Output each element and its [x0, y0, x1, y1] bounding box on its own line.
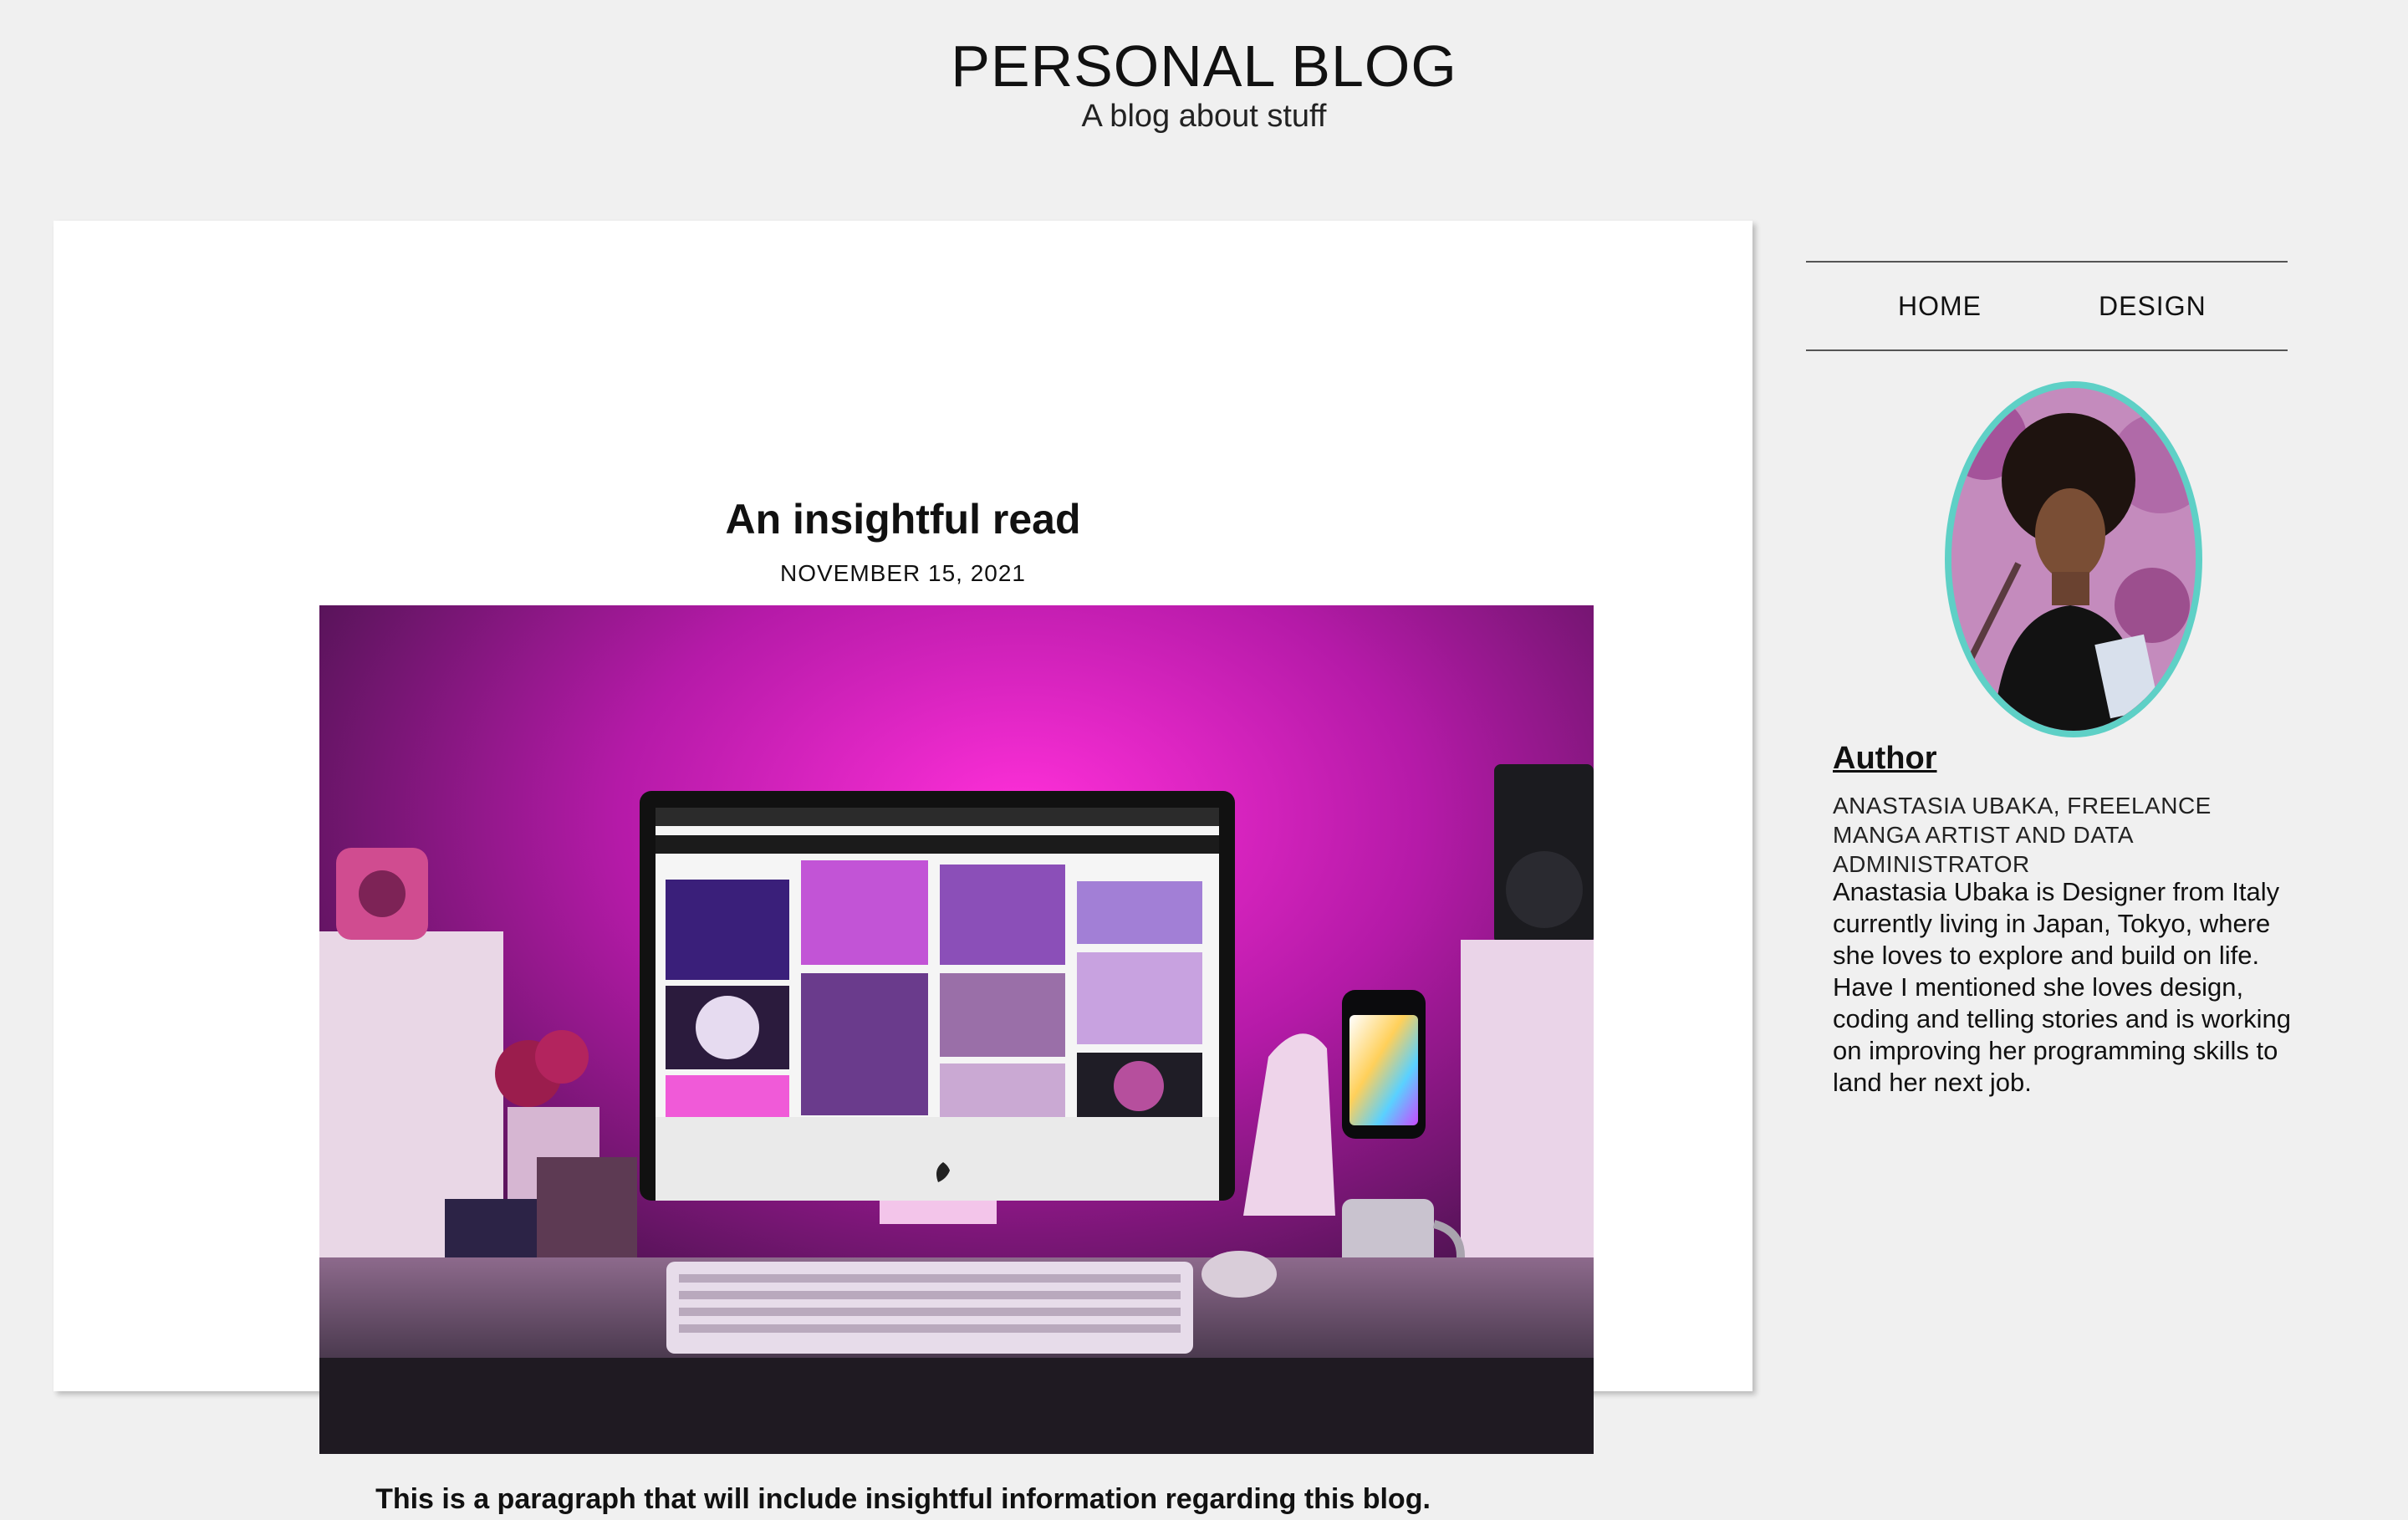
post-title[interactable]: An insightful read — [54, 490, 1752, 548]
post-image — [319, 605, 1594, 1454]
post-excerpt: This is a paragraph that will include in… — [375, 1483, 1431, 1515]
post-date: NOVEMBER 15, 2021 — [779, 560, 1027, 586]
post-card: An insightful read NOVEMBER 15, 2021 Thi… — [54, 221, 1752, 1515]
site-subtitle: A blog about stuff — [1081, 99, 1327, 134]
site-title: PERSONAL BLOG — [951, 33, 1457, 99]
nav-link-design[interactable]: DESIGN — [2099, 288, 2206, 324]
desk-setup-illustration — [319, 605, 1594, 1454]
author-bio: Anastasia Ubaka is Designer from Italy c… — [1833, 877, 2291, 1097]
author-heading: Author — [1833, 741, 1937, 776]
author-avatar — [1945, 381, 2202, 737]
nav-link-home[interactable]: HOME — [1898, 288, 1982, 324]
author-portrait — [1951, 388, 2196, 731]
author-name: ANASTASIA UBAKA, FREELANCE MANGA ARTIST … — [1833, 793, 2212, 877]
main-nav: HOME DESIGN — [1806, 261, 2288, 351]
